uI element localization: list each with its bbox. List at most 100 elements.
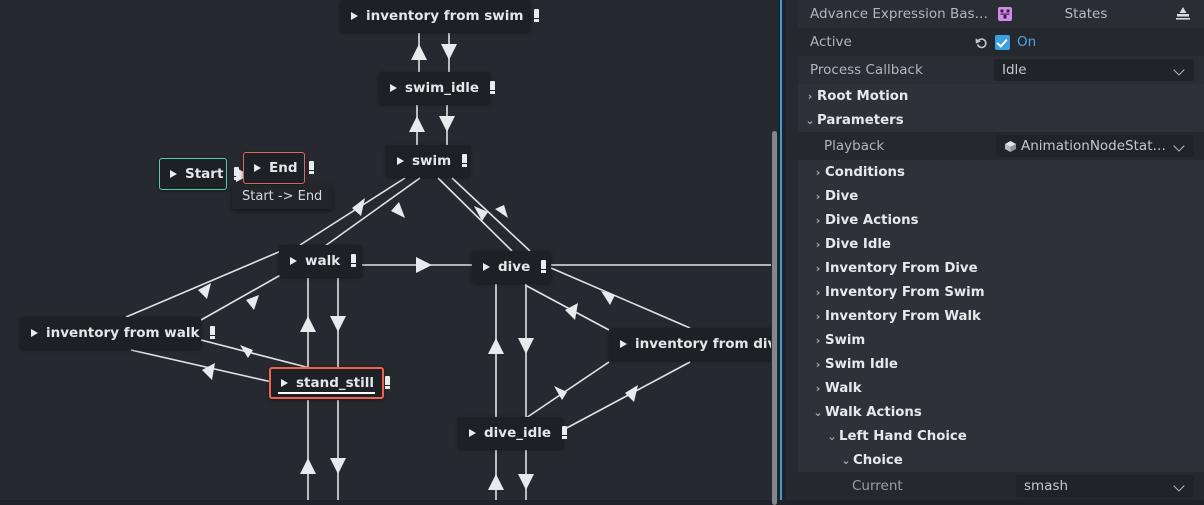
- revert-icon[interactable]: [974, 35, 989, 50]
- parameter-category-inventory-from-walk[interactable]: Inventory From Walk: [798, 304, 1204, 328]
- play-icon[interactable]: [620, 340, 627, 348]
- property-row-active[interactable]: Active On: [798, 28, 1204, 56]
- graph-node-end[interactable]: End: [243, 152, 314, 184]
- graph-node-dive-idle[interactable]: dive_idle: [458, 417, 568, 449]
- edit-icon[interactable]: [208, 326, 217, 340]
- inspector-panel[interactable]: Advance Expression Base No... States: [798, 0, 1204, 500]
- edit-icon[interactable]: [488, 81, 497, 95]
- parameter-category-left-hand-choice[interactable]: Left Hand Choice: [798, 424, 1204, 448]
- edit-icon[interactable]: [539, 260, 548, 274]
- parameter-category-label: Dive Idle: [825, 236, 891, 252]
- animation-tree-icon: [996, 5, 1014, 23]
- parameter-category-dive[interactable]: Dive: [798, 184, 1204, 208]
- category-label: Root Motion: [817, 88, 909, 104]
- graph-vertical-scrollbar[interactable]: [771, 0, 778, 505]
- chevron-right-icon: [812, 238, 824, 251]
- flatten-icon[interactable]: [1172, 5, 1194, 23]
- property-row-process-callback[interactable]: Process Callback Idle: [798, 56, 1204, 84]
- current-choice-dropdown[interactable]: smash: [1016, 475, 1194, 497]
- edit-icon[interactable]: [232, 167, 241, 181]
- parameter-category-label: Inventory From Walk: [825, 308, 981, 324]
- play-icon[interactable]: [281, 379, 288, 387]
- graph-scroll-thumb[interactable]: [772, 131, 777, 505]
- inspector-header: Advance Expression Base No... States: [798, 0, 1204, 28]
- graph-node-swim-idle[interactable]: swim_idle: [379, 72, 496, 104]
- property-label-active: Active: [810, 34, 852, 50]
- graph-node-inventory-from-walk[interactable]: inventory from walk: [20, 317, 216, 349]
- parameter-category-walk-actions[interactable]: Walk Actions: [798, 400, 1204, 424]
- parameter-category-label: Walk Actions: [825, 404, 922, 420]
- parameter-category-swim[interactable]: Swim: [798, 328, 1204, 352]
- chevron-right-icon: [812, 310, 824, 323]
- play-icon[interactable]: [351, 12, 358, 20]
- play-icon[interactable]: [170, 170, 177, 178]
- edit-icon[interactable]: [307, 161, 316, 175]
- chevron-down-icon: [840, 454, 852, 467]
- parameter-category-inventory-from-dive[interactable]: Inventory From Dive: [798, 256, 1204, 280]
- transition-tooltip: Start -> End: [232, 185, 333, 209]
- parameter-category-label: Inventory From Swim: [825, 284, 985, 300]
- play-icon[interactable]: [483, 263, 490, 271]
- parameter-category-walk[interactable]: Walk: [798, 376, 1204, 400]
- parameter-category-label: Conditions: [825, 164, 905, 180]
- graph-node-dive[interactable]: dive: [472, 251, 551, 283]
- graph-node-start[interactable]: Start: [159, 158, 240, 190]
- chevron-right-icon: [812, 382, 824, 395]
- parameter-category-dive-actions[interactable]: Dive Actions: [798, 208, 1204, 232]
- play-icon[interactable]: [290, 257, 297, 265]
- play-icon[interactable]: [469, 429, 476, 437]
- category-root-motion[interactable]: Root Motion: [798, 84, 1204, 108]
- playback-value: AnimationNodeStateM: [1021, 138, 1170, 154]
- play-icon[interactable]: [390, 84, 397, 92]
- parameter-category-inventory-from-swim[interactable]: Inventory From Swim: [798, 280, 1204, 304]
- property-label-process-callback: Process Callback: [810, 62, 923, 78]
- play-icon[interactable]: [254, 164, 261, 172]
- graph-node-label: swim_idle: [405, 80, 480, 96]
- parameter-category-label: Dive Actions: [825, 212, 919, 228]
- property-row-playback[interactable]: Playback AnimationNodeStateM: [798, 132, 1204, 160]
- play-icon[interactable]: [397, 157, 404, 165]
- active-checkbox[interactable]: [995, 34, 1010, 50]
- graph-node-label: End: [269, 160, 298, 176]
- graph-node-label: dive_idle: [484, 425, 552, 441]
- edit-icon[interactable]: [349, 254, 358, 268]
- edit-icon[interactable]: [532, 9, 541, 23]
- graph-node-stand-still[interactable]: stand_still: [269, 367, 390, 399]
- graph-node-inventory-from-swim[interactable]: inventory from swim: [340, 0, 540, 32]
- property-row-current[interactable]: Current smash: [798, 472, 1204, 500]
- edit-icon[interactable]: [460, 154, 469, 168]
- chevron-right-icon: [812, 262, 824, 275]
- edit-icon[interactable]: [560, 426, 569, 440]
- parameter-category-label: Swim Idle: [825, 356, 898, 372]
- parameter-category-label: Dive: [825, 188, 859, 204]
- chevron-right-icon: [804, 90, 816, 103]
- category-parameters[interactable]: Parameters: [798, 108, 1204, 132]
- graph-node-label: walk: [305, 253, 341, 269]
- parameter-category-label: Swim: [825, 332, 866, 348]
- process-callback-dropdown[interactable]: Idle: [994, 59, 1194, 81]
- parameter-category-conditions[interactable]: Conditions: [798, 160, 1204, 184]
- chevron-down-icon: [1174, 480, 1186, 492]
- parameter-category-choice[interactable]: Choice: [798, 448, 1204, 472]
- play-icon[interactable]: [31, 329, 38, 337]
- graph-node-swim[interactable]: swim: [386, 145, 470, 177]
- graph-node-label: stand_still: [296, 375, 374, 391]
- category-label: Parameters: [817, 112, 904, 128]
- parameter-category-swim-idle[interactable]: Swim Idle: [798, 352, 1204, 376]
- graph-node-walk[interactable]: walk: [279, 245, 362, 277]
- edit-icon[interactable]: [383, 376, 392, 390]
- graph-node-label: inventory from walk: [46, 325, 200, 341]
- inspector-title: States: [1064, 6, 1108, 22]
- state-machine-graph[interactable]: inventory from swim swim_idleswim Start End…: [0, 0, 778, 500]
- parameter-category-list: Conditions Dive Dive Actions Dive Idle Inven…: [798, 160, 1204, 500]
- parameter-category-dive-idle[interactable]: Dive Idle: [798, 232, 1204, 256]
- active-value[interactable]: On: [974, 31, 1194, 53]
- current-choice-value: smash: [1024, 478, 1069, 494]
- graph-node-label: swim: [412, 153, 452, 169]
- chevron-right-icon: [812, 214, 824, 227]
- parameter-category-label: Left Hand Choice: [839, 428, 967, 444]
- chevron-right-icon: [812, 334, 824, 347]
- graph-node-inventory-from-dive[interactable]: inventory from dive: [609, 328, 778, 360]
- playback-resource-field[interactable]: AnimationNodeStateM: [996, 135, 1194, 157]
- graph-node-label: inventory from dive: [635, 336, 778, 352]
